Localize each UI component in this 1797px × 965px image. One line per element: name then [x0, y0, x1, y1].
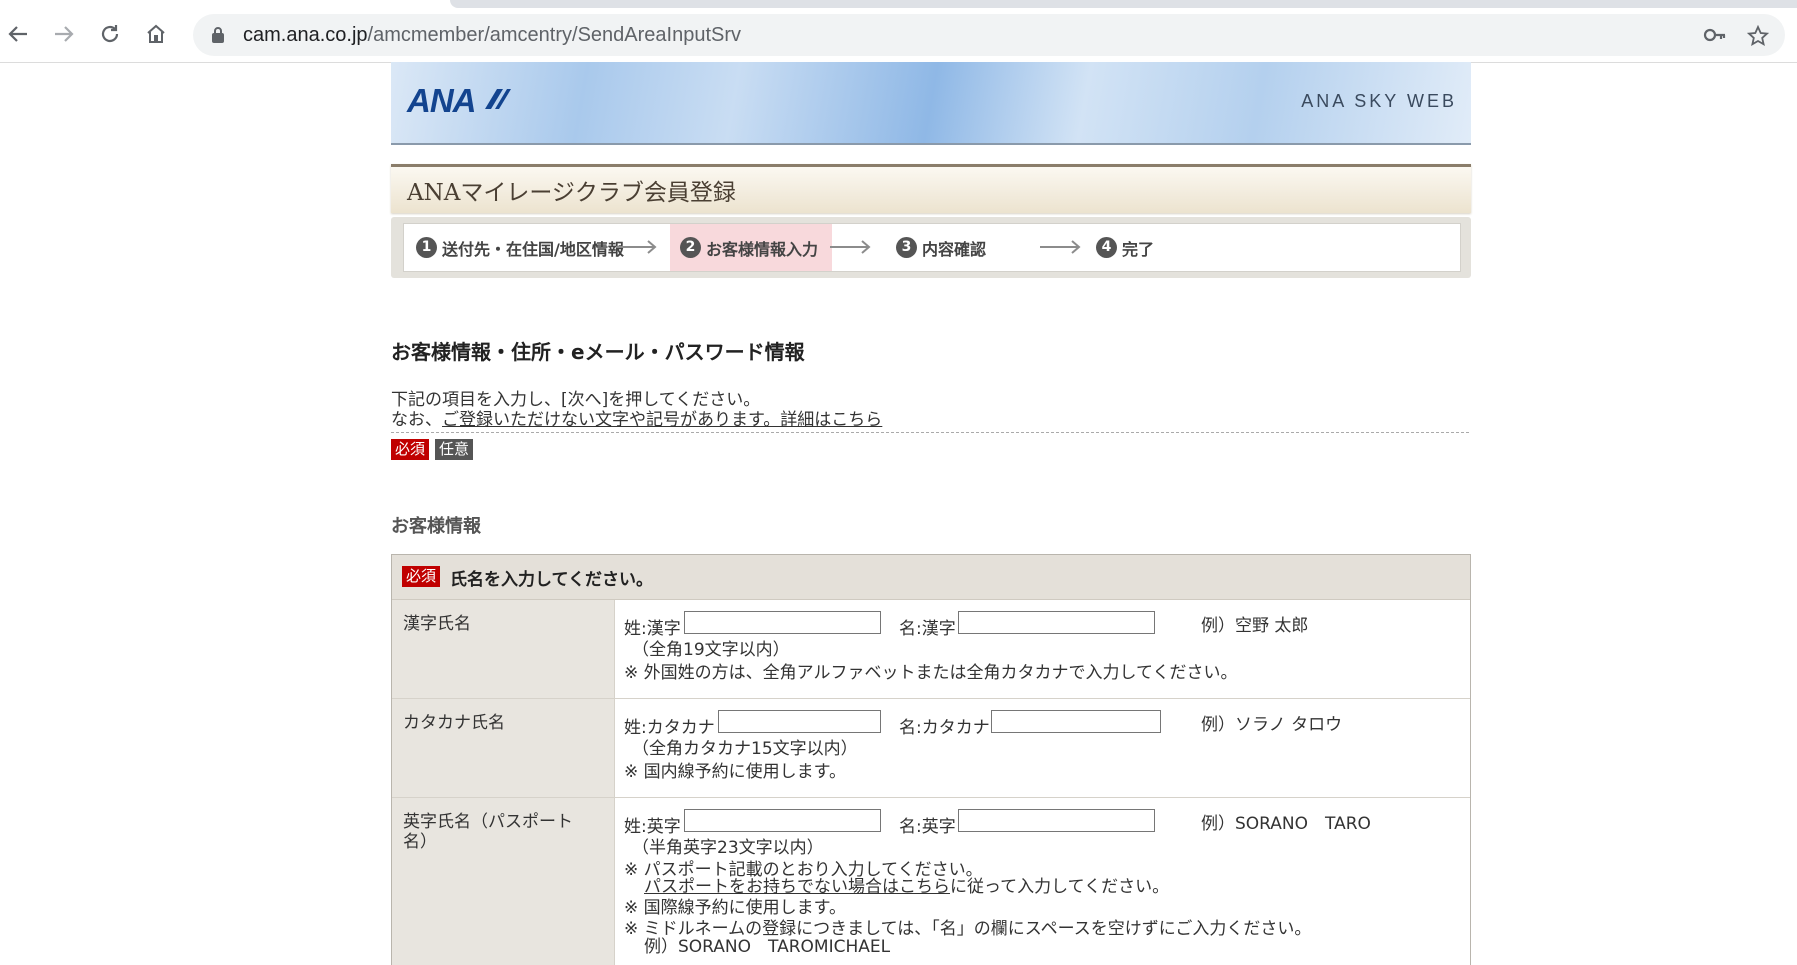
note-text: ※ 国際線予約に使用します。: [624, 898, 846, 918]
field-label: 名:漢字: [899, 619, 956, 639]
note-text: パスポートをお持ちでない場合はこちらに従って入力してください。: [644, 877, 1170, 897]
bookmark-star-icon[interactable]: [1747, 25, 1769, 47]
site-name: ANA SKY WEB: [1301, 91, 1457, 111]
character-notice: なお、ご登録いただけない文字や記号があります。詳細はこちら: [391, 410, 883, 430]
key-icon[interactable]: [1703, 25, 1727, 45]
url-text: cam.ana.co.jp/amcmember/amcentry/SendAre…: [243, 24, 742, 46]
no-passport-link[interactable]: パスポートをお持ちでない場合はこちら: [644, 877, 950, 897]
field-label: 名:英字: [899, 817, 956, 837]
divider: [391, 432, 1469, 433]
reload-button[interactable]: [92, 16, 128, 52]
kanji-name-row: 漢字氏名 姓:漢字 名:漢字 例）空野 太郎 （全角19文字以内） ※ 外国姓の…: [392, 600, 1470, 699]
optional-badge: 任意: [435, 439, 474, 460]
step-3: 3 内容確認: [896, 224, 986, 271]
step-2-number: 2: [680, 237, 701, 258]
address-bar[interactable]: cam.ana.co.jp/amcmember/amcentry/SendAre…: [193, 14, 1785, 56]
katakana-first-name-input[interactable]: [991, 710, 1161, 733]
required-badge: 必須: [402, 566, 441, 587]
kanji-first-name-input[interactable]: [958, 611, 1155, 634]
step-3-label: 内容確認: [922, 239, 987, 259]
page-title: ANAマイレージクラブ会員登録: [407, 180, 736, 206]
form-header: 必須 氏名を入力してください。: [392, 555, 1470, 600]
step-arrow-icon: [830, 240, 871, 254]
limit-hint: （全角19文字以内）: [632, 640, 790, 660]
row-label: 英字氏名（パスポート名）: [403, 812, 573, 852]
step-1: 1 送付先・在住国/地区情報: [416, 224, 624, 271]
step-3-number: 3: [896, 237, 917, 258]
unsupported-characters-link[interactable]: ご登録いただけない文字や記号があります。詳細はこちら: [442, 410, 882, 430]
step-2-label: お客様情報入力: [706, 239, 819, 259]
limit-hint: （全角カタカナ15文字以内）: [632, 739, 858, 759]
step-arrow-icon: [616, 240, 657, 254]
name-form: 必須 氏名を入力してください。 漢字氏名 姓:漢字 名:漢字 例）空野 太郎 （…: [391, 554, 1471, 965]
row-label: 漢字氏名: [403, 614, 471, 634]
katakana-last-name-input[interactable]: [718, 710, 881, 733]
step-1-label: 送付先・在住国/地区情報: [442, 239, 624, 259]
forward-arrow-icon: [55, 26, 74, 42]
page-title-bar: ANAマイレージクラブ会員登録: [391, 164, 1471, 213]
katakana-name-row: カタカナ氏名 姓:カタカナ 名:カタカナ 例）ソラノ タロウ （全角カタカナ15…: [392, 699, 1470, 798]
ana-logo-mark-icon: [485, 89, 511, 109]
step-arrow-icon: [1040, 240, 1081, 254]
step-2-active: 2 お客様情報入力: [670, 224, 833, 271]
browser-toolbar: cam.ana.co.jp/amcmember/amcentry/SendAre…: [0, 0, 1797, 63]
tab-strip: [450, 0, 1797, 8]
note-text: 例）SORANO TAROMICHAEL: [644, 937, 891, 957]
kanji-last-name-input[interactable]: [684, 611, 881, 634]
english-name-row: 英字氏名（パスポート名） 姓:英字 名:英字 例）SORANO TARO （半角…: [392, 798, 1470, 965]
required-optional-legend: 必須 任意: [391, 439, 474, 460]
step-4: 4 完了: [1096, 224, 1154, 271]
step-indicator: 1 送付先・在住国/地区情報 2 お客様情報入力 3 内容確認 4 完了: [391, 217, 1471, 278]
home-icon: [147, 24, 165, 43]
field-label: 名:カタカナ: [899, 718, 990, 738]
note-text: ※ ミドルネームの登録につきましては、「名」の欄にスペースを空けずにご入力くださ…: [624, 919, 1312, 939]
english-first-name-input[interactable]: [958, 809, 1155, 832]
ana-logo[interactable]: ANA: [407, 82, 476, 120]
english-last-name-input[interactable]: [684, 809, 881, 832]
example-text: 例）空野 太郎: [1201, 616, 1309, 636]
form-header-text: 氏名を入力してください。: [450, 570, 653, 590]
step-1-number: 1: [416, 237, 437, 258]
lock-icon: [212, 27, 224, 43]
header-banner: ANA ANA SKY WEB: [391, 62, 1471, 145]
required-badge: 必須: [391, 439, 430, 460]
back-button[interactable]: [0, 16, 36, 52]
section-title: お客様情報・住所・eメール・パスワード情報: [391, 340, 805, 364]
back-arrow-icon: [8, 26, 27, 42]
example-text: 例）ソラノ タロウ: [1201, 715, 1343, 735]
example-text: 例）SORANO TARO: [1201, 814, 1371, 834]
step-4-number: 4: [1096, 237, 1117, 258]
home-button[interactable]: [138, 16, 174, 52]
note-text: ※ 外国姓の方は、全角アルファベットまたは全角カタカナで入力してください。: [624, 663, 1238, 683]
note-text: ※ 国内線予約に使用します。: [624, 762, 846, 782]
row-label: カタカナ氏名: [403, 713, 505, 733]
limit-hint: （半角英字23文字以内）: [632, 838, 824, 858]
reload-icon: [101, 25, 119, 43]
forward-button[interactable]: [46, 16, 82, 52]
step-4-label: 完了: [1122, 239, 1155, 259]
subsection-title: お客様情報: [391, 516, 481, 537]
